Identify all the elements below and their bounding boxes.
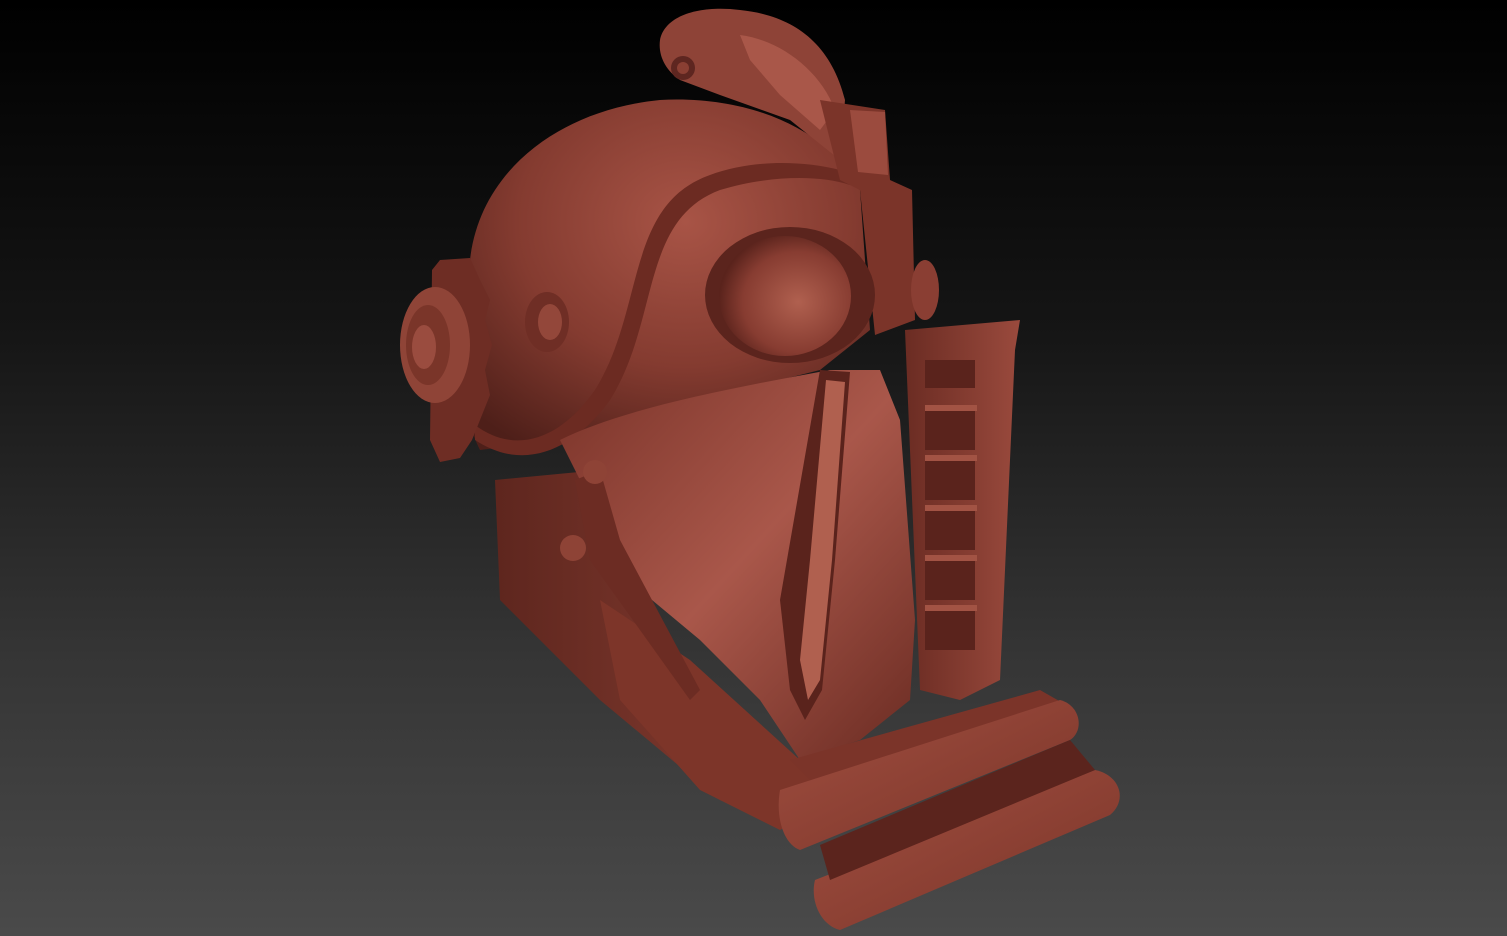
eye-lens-right: [911, 260, 939, 320]
strut-bolt-mid: [560, 535, 586, 561]
filter-tube: [905, 320, 1020, 700]
sculpt-model[interactable]: [0, 0, 1507, 936]
eye-lens: [719, 236, 851, 356]
3d-viewport[interactable]: [0, 0, 1507, 936]
strut-bolt-top: [583, 460, 607, 484]
